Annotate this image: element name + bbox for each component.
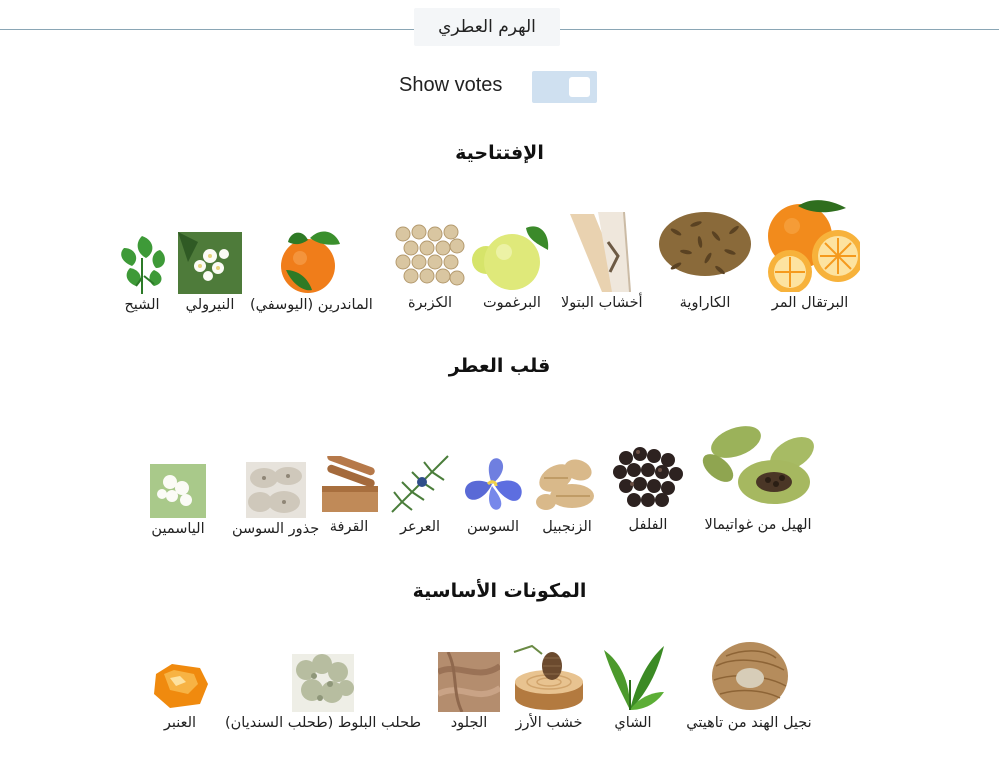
ginger-icon <box>536 459 594 510</box>
note-label: الفلفل <box>628 517 668 533</box>
iris-icon <box>465 458 522 510</box>
note-orris-root[interactable]: جذور السوسن <box>232 462 319 537</box>
tea-icon <box>604 646 664 710</box>
note-label: البرتقال المر <box>771 295 849 311</box>
juniper-icon <box>391 455 449 513</box>
note-label: القرفة <box>329 519 369 535</box>
note-label: الهيل من غواتيمالا <box>704 517 812 533</box>
note-juniper[interactable]: العرعر <box>388 452 452 535</box>
show-votes-toggle[interactable] <box>532 71 597 103</box>
note-cardamom[interactable]: الهيل من غواتيمالا <box>696 418 820 533</box>
note-label: البرغموت <box>483 295 541 311</box>
wormwood-icon <box>121 236 165 294</box>
note-ginger[interactable]: الزنجبيل <box>532 448 602 535</box>
pyramid-header: الهرم العطري <box>0 0 999 56</box>
note-label: النيرولي <box>185 297 235 313</box>
note-wormwood[interactable]: الشيح <box>110 232 174 313</box>
note-label: الماندرين (اليوسفي) <box>250 297 373 313</box>
note-oakmoss[interactable]: طحلب البلوط (طحلب السنديان) <box>218 654 428 731</box>
note-label: الكاراوية <box>679 295 731 311</box>
note-tea[interactable]: الشاي <box>600 640 666 731</box>
leather-icon <box>438 652 500 712</box>
note-label: الياسمين <box>151 521 205 537</box>
note-pepper[interactable]: الفلفل <box>606 442 690 533</box>
note-label: الكزبرة <box>407 295 453 311</box>
bergamot-icon <box>472 226 549 290</box>
note-label: الجلود <box>450 715 488 731</box>
oakmoss-icon <box>292 654 354 712</box>
note-jasmine[interactable]: الياسمين <box>150 464 206 537</box>
mandarin-icon <box>281 231 341 293</box>
note-birch-wood[interactable]: أخشاب البتولا <box>561 212 643 311</box>
section-title-heart: قلب العطر <box>448 355 551 377</box>
votes-row: Show votes <box>0 70 999 104</box>
note-caraway[interactable]: الكاراوية <box>656 202 754 311</box>
note-label: أخشاب البتولا <box>561 295 643 311</box>
coriander-icon <box>395 224 465 286</box>
note-label: طحلب البلوط (طحلب السنديان) <box>224 715 421 731</box>
note-mandarin[interactable]: الماندرين (اليوسفي) <box>250 226 373 313</box>
note-bergamot[interactable]: البرغموت <box>472 220 552 311</box>
birch-wood-icon <box>563 212 640 292</box>
note-cinnamon[interactable]: القرفة <box>318 456 380 535</box>
note-cedarwood[interactable]: خشب الأرز <box>512 642 586 731</box>
section-title-top: الإفتتاحية <box>455 142 544 164</box>
pyramid-title: الهرم العطري <box>414 8 560 46</box>
pepper-icon <box>613 447 683 507</box>
note-iris[interactable]: السوسن <box>458 454 528 535</box>
neroli-icon <box>178 232 242 294</box>
note-label: الشيح <box>124 297 160 313</box>
cedarwood-icon <box>513 644 583 710</box>
jasmine-icon <box>150 464 206 518</box>
show-votes-label: Show votes <box>399 74 503 96</box>
orris-root-icon <box>245 462 306 518</box>
note-label: نجيل الهند من تاهيتي <box>686 715 812 731</box>
cinnamon-icon <box>322 456 378 512</box>
vetiver-icon <box>712 642 788 710</box>
note-bitter-orange[interactable]: البرتقال المر <box>760 194 860 311</box>
caraway-icon <box>659 212 751 276</box>
note-label: الزنجبيل <box>542 519 592 535</box>
note-label: جذور السوسن <box>232 521 320 537</box>
section-title-base: المكونات الأساسية <box>412 580 587 602</box>
note-coriander[interactable]: الكزبرة <box>393 222 467 311</box>
note-leather[interactable]: الجلود <box>438 652 500 731</box>
note-vetiver[interactable]: نجيل الهند من تاهيتي <box>676 636 822 731</box>
note-label: العنبر <box>163 715 197 731</box>
note-label: السوسن <box>466 519 520 535</box>
toggle-knob <box>569 77 590 97</box>
note-label: الشاي <box>614 715 652 731</box>
cardamom-icon <box>702 426 814 504</box>
note-label: خشب الأرز <box>515 715 583 731</box>
note-amber[interactable]: العنبر <box>150 660 210 731</box>
note-label: العرعر <box>399 519 441 535</box>
note-neroli[interactable]: النيرولي <box>178 232 242 313</box>
amber-icon <box>154 664 208 708</box>
bitter-orange-icon <box>768 200 860 292</box>
